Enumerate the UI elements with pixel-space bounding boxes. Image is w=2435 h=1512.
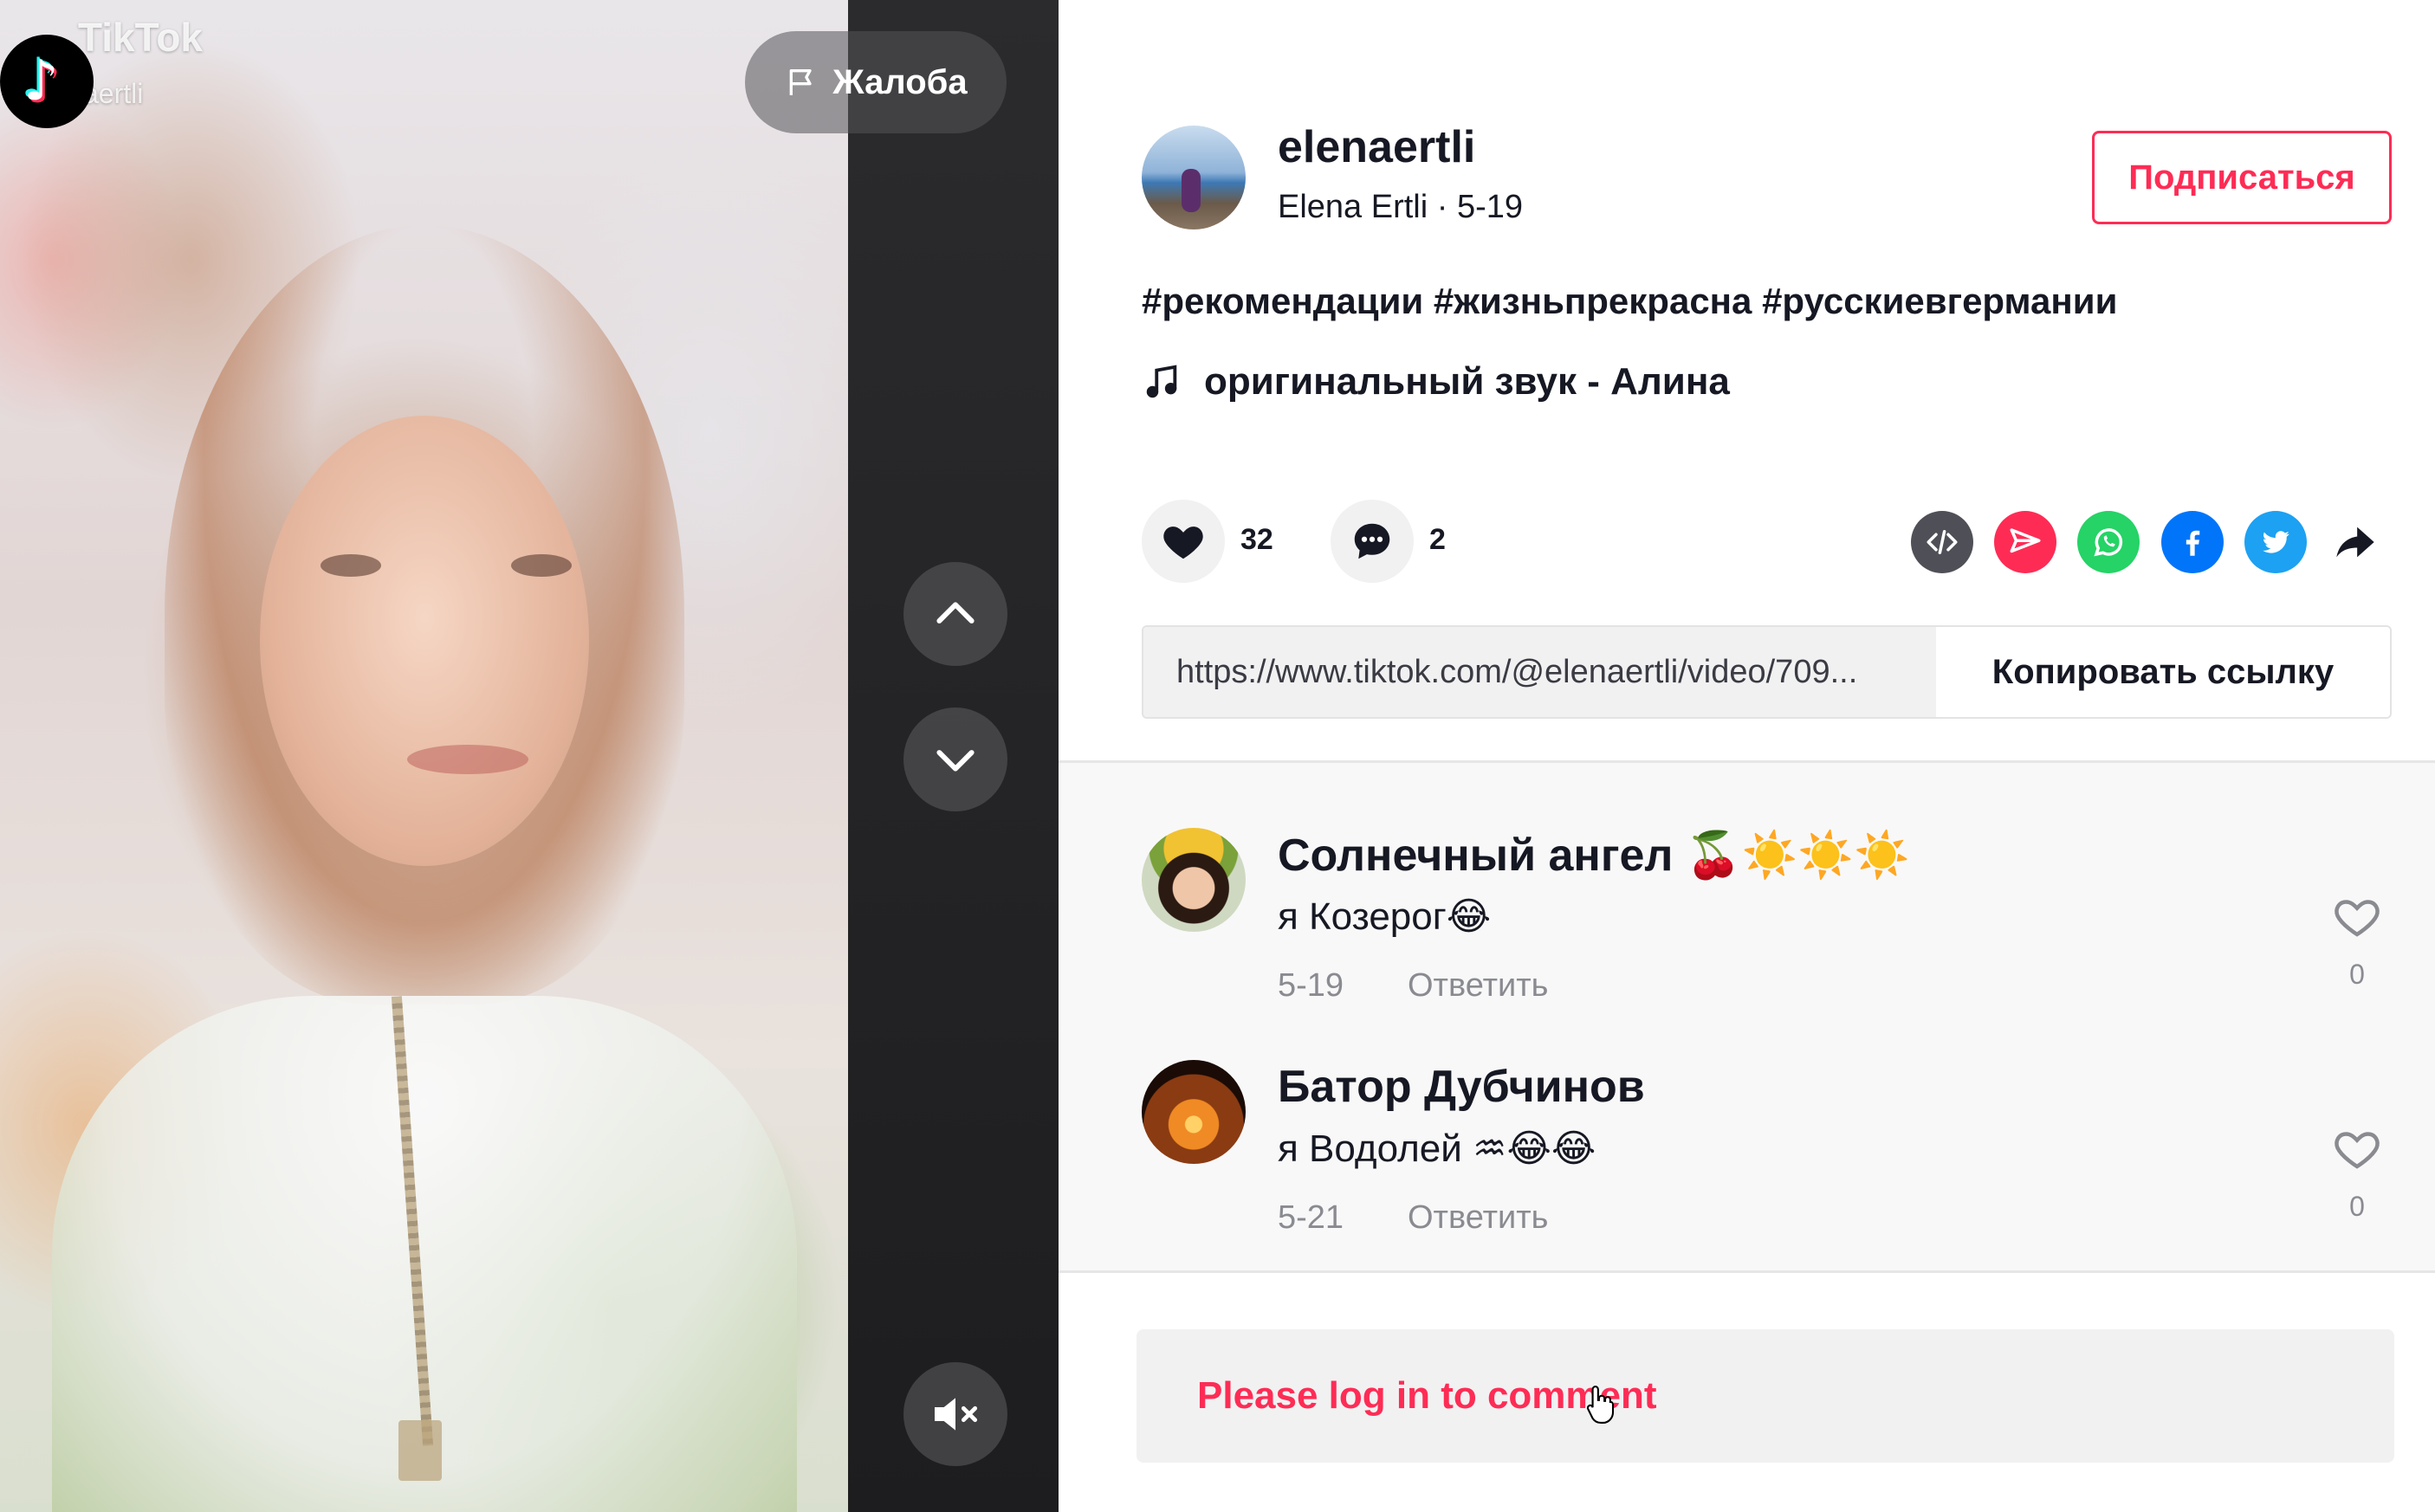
- chevron-up-icon: [936, 602, 975, 624]
- commenter-avatar[interactable]: [1142, 828, 1246, 932]
- hand-cursor-icon: [1586, 1386, 1615, 1424]
- video-content: [260, 416, 589, 866]
- copy-link-button[interactable]: Копировать ссылку: [1936, 627, 2390, 717]
- share-link-box: https://www.tiktok.com/@elenaertli/video…: [1142, 625, 2392, 719]
- comment-button[interactable]: [1331, 500, 1414, 583]
- login-to-comment-box[interactable]: Please log in to comment: [1137, 1329, 2394, 1463]
- muted-speaker-icon: [935, 1398, 978, 1431]
- heart-outline-icon[interactable]: [2331, 1123, 2383, 1175]
- reply-button[interactable]: Ответить: [1408, 1199, 1548, 1237]
- video-content: [407, 745, 528, 774]
- facebook-icon[interactable]: [2161, 511, 2224, 573]
- video-player[interactable]: TikTok aertli ♪ ♪ ♪ Жалоба: [0, 0, 1059, 1512]
- like-button[interactable]: [1142, 500, 1225, 583]
- flag-icon: [790, 69, 813, 95]
- comment-text: я Водолей ♒😂😂: [1278, 1128, 1596, 1170]
- follow-button[interactable]: Подписаться: [2092, 131, 2392, 224]
- heart-icon: [1163, 527, 1203, 559]
- comment-like-count: 0: [2349, 1191, 2365, 1222]
- music-title: оригинальный звук - Алина: [1204, 360, 1730, 403]
- comment-item: Солнечный ангел 🍒☀️☀️☀️ я Козерог😂 5-19 …: [1059, 763, 2435, 1004]
- author-avatar[interactable]: [1142, 126, 1246, 229]
- comment-count: 2: [1429, 523, 1446, 556]
- commenter-avatar[interactable]: [1142, 1060, 1246, 1164]
- mute-button[interactable]: [903, 1362, 1007, 1466]
- twitter-icon[interactable]: [2244, 511, 2307, 573]
- author-username[interactable]: elenaertli: [1278, 121, 1475, 173]
- comment-text: я Козерог😂: [1278, 895, 1492, 938]
- chevron-down-icon: [936, 750, 975, 772]
- comments-list[interactable]: Солнечный ангел 🍒☀️☀️☀️ я Козерог😂 5-19 …: [1059, 760, 2435, 1273]
- commenter-name[interactable]: Солнечный ангел 🍒☀️☀️☀️: [1278, 829, 1910, 882]
- comment-item: Батор Дубчинов я Водолей ♒😂😂 5-21 Ответи…: [1059, 995, 2435, 1236]
- video-description[interactable]: #рекомендации #жизньпрекрасна #русскиевг…: [1142, 281, 2117, 322]
- music-note-icon: [1146, 365, 1177, 398]
- comment-like-count: 0: [2349, 959, 2365, 990]
- tiktok-wordmark: TikTok: [78, 15, 203, 60]
- video-content: [398, 1420, 442, 1481]
- telegram-icon[interactable]: [1994, 511, 2056, 573]
- whatsapp-icon[interactable]: [2077, 511, 2140, 573]
- video-frame[interactable]: [0, 0, 848, 1512]
- share-link-url[interactable]: https://www.tiktok.com/@elenaertli/video…: [1143, 627, 1936, 717]
- video-content: [321, 554, 381, 577]
- author-meta: Elena Ertli · 5-19: [1278, 189, 1524, 225]
- like-count: 32: [1240, 523, 1273, 556]
- embed-icon[interactable]: [1911, 511, 1973, 573]
- info-panel: elenaertli Elena Ertli · 5-19 Подписатьс…: [1059, 0, 2435, 1512]
- share-arrow-icon[interactable]: [2324, 511, 2386, 573]
- comment-bubble-icon: [1354, 523, 1390, 559]
- commenter-name[interactable]: Батор Дубчинов: [1278, 1061, 1645, 1113]
- tiktok-logo-icon[interactable]: ♪ ♪ ♪: [0, 35, 94, 128]
- comment-date: 5-21: [1278, 1199, 1344, 1236]
- report-button[interactable]: Жалоба: [745, 31, 1007, 133]
- heart-outline-icon[interactable]: [2331, 891, 2383, 943]
- report-label: Жалоба: [832, 62, 968, 101]
- video-content: [511, 554, 572, 577]
- music-link[interactable]: оригинальный звук - Алина: [1142, 360, 1730, 404]
- previous-video-button[interactable]: [903, 562, 1007, 666]
- next-video-button[interactable]: [903, 708, 1007, 811]
